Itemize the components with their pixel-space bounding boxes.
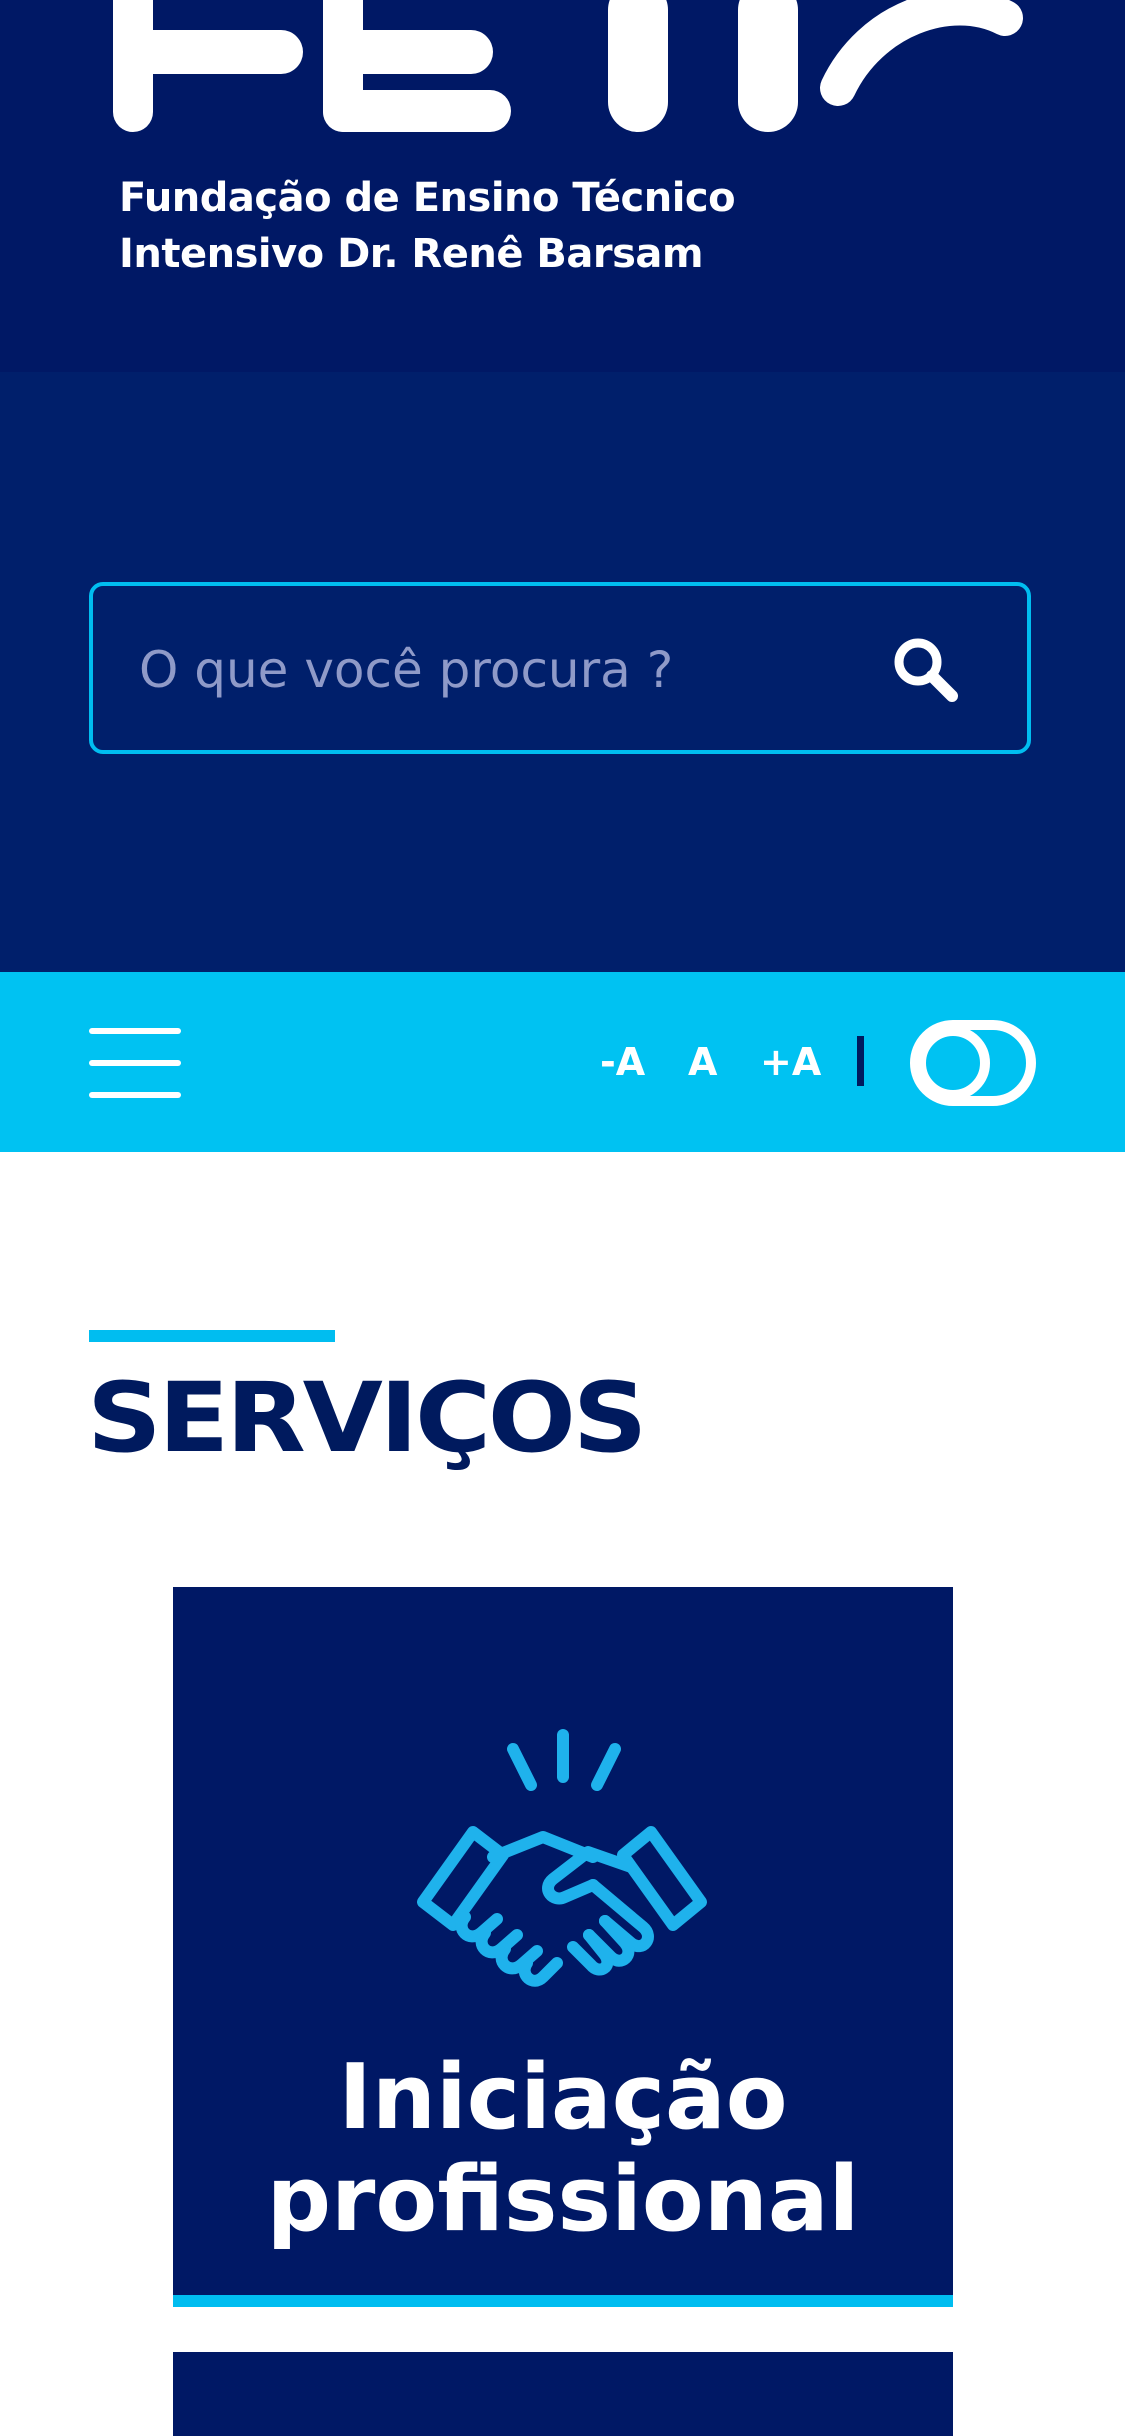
service-card-label-line1: Iniciação (338, 2045, 788, 2150)
decrease-font-button[interactable]: -A (600, 1030, 645, 1094)
search-box (89, 582, 1031, 754)
service-card[interactable] (173, 2352, 953, 2436)
fetir-logo-mark (113, 0, 1023, 132)
service-card-iniciacao-profissional[interactable]: Iniciação profissional (173, 1587, 953, 2307)
site-header: Fundação de Ensino Técnico Intensivo Dr.… (0, 0, 1125, 372)
logo-subtitle-line2: Intensivo Dr. Renê Barsam (119, 231, 704, 277)
logo-subtitle-line1: Fundação de Ensino Técnico (119, 175, 736, 221)
divider (857, 1036, 864, 1086)
default-font-button[interactable]: A (688, 1030, 717, 1094)
service-card-accent-bar (173, 2295, 953, 2307)
menu-line (89, 1028, 181, 1034)
menu-line (89, 1092, 181, 1098)
increase-font-button[interactable]: +A (760, 1030, 821, 1094)
hamburger-menu-button[interactable] (89, 1028, 181, 1098)
search-input[interactable] (137, 626, 901, 714)
logo-subtitle: Fundação de Ensino Técnico Intensivo Dr.… (119, 170, 736, 282)
service-card-label-line2: profissional (266, 2147, 860, 2252)
menu-line (89, 1060, 181, 1066)
section-title-accent (89, 1330, 335, 1342)
search-section (0, 372, 1125, 972)
handshake-icon (393, 1707, 733, 2032)
contrast-toggle-icon (910, 1020, 1036, 1106)
search-icon (894, 638, 958, 702)
accessibility-bar: -A A +A (0, 972, 1125, 1152)
search-button[interactable] (879, 626, 971, 712)
contrast-toggle-button[interactable] (910, 1020, 1036, 1106)
services-title: SERVIÇOS (87, 1362, 647, 1474)
service-card-label: Iniciação profissional (173, 2047, 953, 2251)
